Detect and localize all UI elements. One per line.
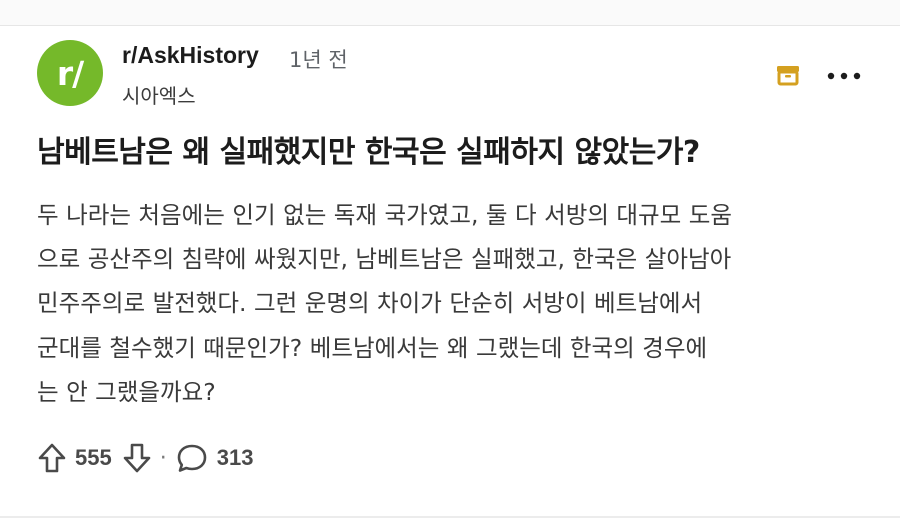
top-divider [0, 0, 900, 26]
archive-box-icon[interactable] [776, 64, 800, 86]
arrow-down-icon[interactable] [122, 442, 152, 474]
author-name[interactable]: 시아엑스 [122, 80, 196, 109]
arrow-up-icon[interactable] [37, 442, 67, 474]
separator-dot: · [159, 445, 167, 471]
subreddit-avatar[interactable]: r/ [37, 40, 103, 106]
subreddit-name[interactable]: r/AskHistory [122, 42, 259, 69]
post-title[interactable]: 남베트남은 왜 실패했지만 한국은 실패하지 않았는가? [37, 127, 877, 171]
body-line: 는 안 그랬을까요? [37, 377, 216, 406]
upvote-count: 555 [75, 445, 112, 470]
body-line: 민주주의로 발전했다. 그런 운명의 차이가 단순히 서방이 베트남에서 [37, 289, 703, 318]
avatar-text: r/ [56, 53, 84, 93]
post-actions: 555 · 313 [37, 438, 253, 478]
body-line: 군대를 철수했기 때문인가? 베트남에서는 왜 그랬는데 한국의 경우에 [37, 333, 708, 362]
more-horizontal-icon[interactable] [827, 71, 861, 81]
speech-bubble-icon[interactable] [175, 442, 209, 474]
body-line: 으로 공산주의 침략에 싸웠지만, 남베트남은 실패했고, 한국은 살아남아 [37, 245, 732, 274]
post-body: 두 나라는 처음에는 인기 없는 독재 국가였고, 둘 다 서방의 대규모 도움… [37, 193, 882, 414]
body-line: 두 나라는 처음에는 인기 없는 독재 국가였고, 둘 다 서방의 대규모 도움 [37, 201, 732, 229]
comment-count[interactable]: 313 [217, 445, 254, 471]
post-age: 1년 전 [289, 48, 348, 72]
